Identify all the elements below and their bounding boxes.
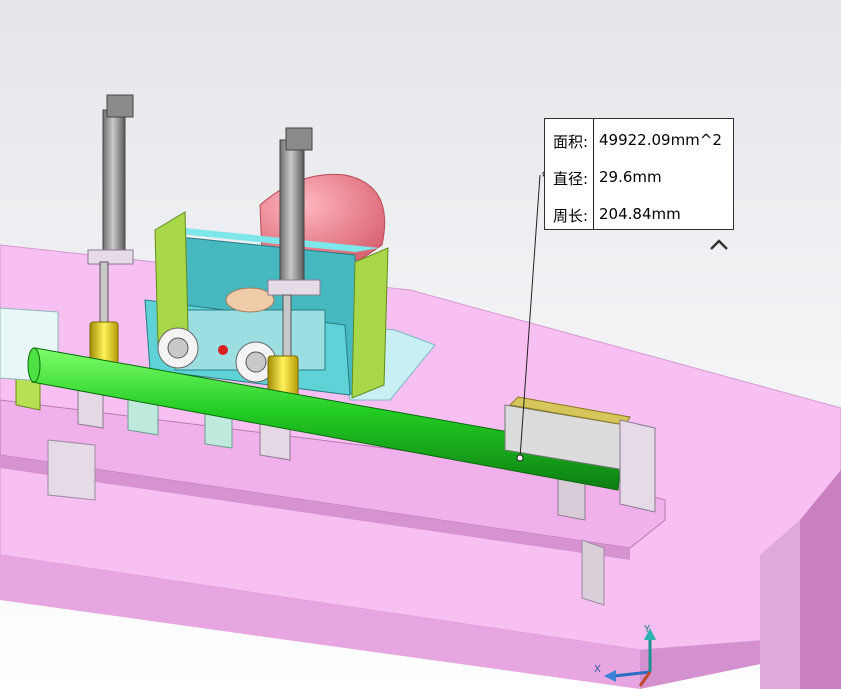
measure-key: 直径: [553, 170, 589, 188]
measure-row-diameter: 直径: 29.6mm [545, 158, 733, 194]
cylinder-right-rod [282, 294, 292, 366]
cylinder-right-bracket [267, 279, 321, 296]
cylinder-left-body [102, 109, 126, 251]
measure-key: 周长: [553, 207, 589, 225]
cylinder-right-body [279, 139, 305, 281]
support-leg [47, 439, 96, 501]
collar-left [89, 321, 119, 365]
support-leg [581, 539, 605, 606]
measure-row-area: 面积: 49922.09mm^2 [545, 121, 733, 157]
measure-row-perimeter: 周长: 204.84mm [545, 195, 733, 231]
leader-target-dot [516, 454, 524, 462]
shaft-end-left [27, 347, 41, 383]
cylinder-left-bracket [87, 249, 134, 265]
indicator-dot [218, 345, 228, 355]
cad-viewport[interactable]: 面积: 49922.09mm^2 直径: 29.6mm 周长: 204.84mm… [0, 0, 841, 689]
measure-key: 面积: [553, 133, 589, 151]
measure-value: 29.6mm [599, 168, 662, 186]
axis-triad: Y X [594, 624, 656, 687]
side-plate-right [351, 247, 389, 399]
actuator-endcap [619, 419, 656, 513]
assembly-model-view[interactable] [0, 0, 841, 689]
measure-value: 49922.09mm^2 [599, 131, 722, 149]
axis-y-label: Y [643, 624, 651, 635]
axis-x-label: X [594, 664, 601, 675]
chevron-up-icon[interactable] [708, 236, 730, 254]
side-plate-left [154, 211, 189, 346]
measure-value: 204.84mm [599, 205, 681, 223]
roller [225, 287, 275, 313]
measure-callout[interactable]: 面积: 49922.09mm^2 直径: 29.6mm 周长: 204.84mm [544, 118, 734, 230]
